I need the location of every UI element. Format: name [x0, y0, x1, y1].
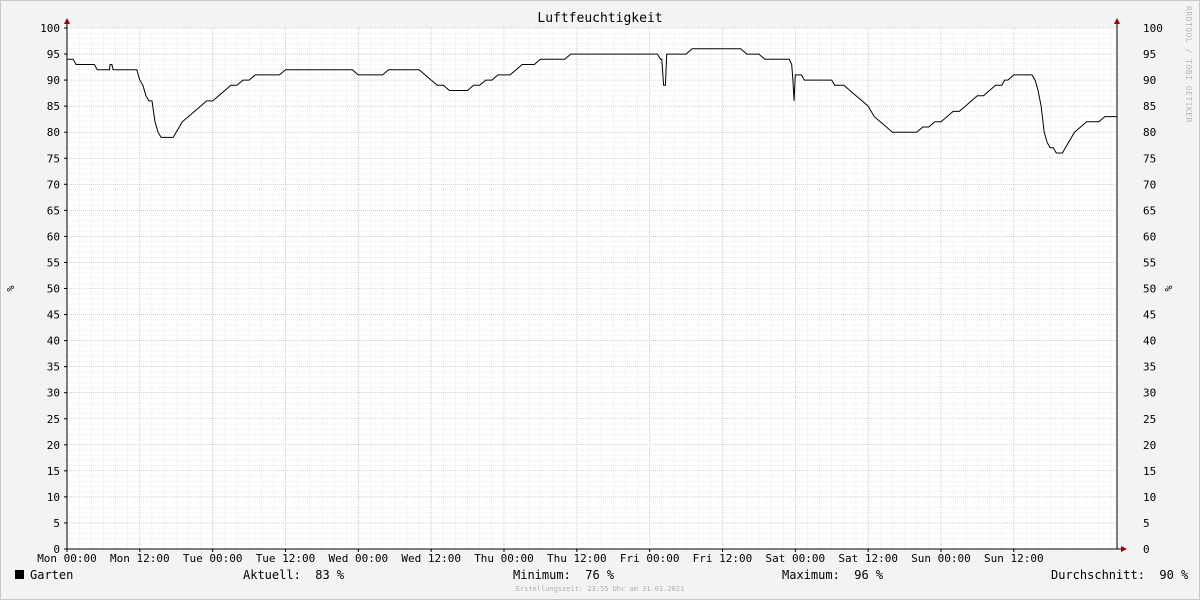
- y-tick-label-right: 65: [1143, 204, 1156, 217]
- legend-swatch: [15, 570, 24, 579]
- aktuell-label: Aktuell:: [243, 568, 301, 582]
- maximum-label: Maximum:: [782, 568, 840, 582]
- x-tick-label: Wed 00:00: [329, 552, 389, 565]
- x-tick-label: Sat 00:00: [766, 552, 826, 565]
- aktuell-value: 83 %: [315, 568, 345, 582]
- y-tick-label: 35: [47, 361, 60, 374]
- y-tick-label: 60: [47, 230, 60, 243]
- y-tick-label-right: 20: [1143, 439, 1156, 452]
- y-tick-label-right: 90: [1143, 74, 1156, 87]
- y-tick-label: 70: [47, 178, 60, 191]
- y-tick-label-right: 45: [1143, 309, 1156, 322]
- minimum-label: Minimum:: [513, 568, 571, 582]
- y-tick-label-right: 25: [1143, 413, 1156, 426]
- x-tick-label: Sun 00:00: [911, 552, 971, 565]
- x-tick-label: Tue 12:00: [256, 552, 316, 565]
- y-tick-label-right: 5: [1143, 517, 1150, 530]
- y-tick-label-right: 40: [1143, 335, 1156, 348]
- y-tick-label-right: 95: [1143, 48, 1156, 61]
- y-tick-label-right: 15: [1143, 465, 1156, 478]
- x-tick-label: Mon 00:00: [37, 552, 97, 565]
- y-tick-label-right: 55: [1143, 256, 1156, 269]
- watermark: RRDTOOL / TOBI OETIKER: [1184, 6, 1193, 123]
- y-tick-label: 50: [47, 283, 60, 296]
- y-tick-label: 85: [47, 100, 60, 113]
- y-tick-label: 5: [53, 517, 60, 530]
- y-tick-label-right: 80: [1143, 126, 1156, 139]
- x-tick-label: Wed 12:00: [401, 552, 461, 565]
- maximum-value: 96 %: [854, 568, 884, 582]
- legend-maximum: Maximum: 96 %: [782, 568, 883, 582]
- x-axis-arrow: [1121, 546, 1127, 552]
- legend-minimum: Minimum: 76 %: [513, 568, 614, 582]
- y-tick-label-right: 85: [1143, 100, 1156, 113]
- y-tick-label: 30: [47, 387, 60, 400]
- minimum-value: 76 %: [585, 568, 615, 582]
- x-tick-label: Thu 12:00: [547, 552, 607, 565]
- durchschnitt-value: 90 %: [1159, 568, 1189, 582]
- y-tick-label-right: 50: [1143, 283, 1156, 296]
- y-tick-label: 80: [47, 126, 60, 139]
- y-tick-label: 10: [47, 491, 60, 504]
- y-tick-label-right: 35: [1143, 361, 1156, 374]
- y-tick-label: 20: [47, 439, 60, 452]
- chart-canvas: 0 05 510 1015 1520 2025 2530 3035 3540 4045 4550 50…: [4, 18, 1173, 565]
- x-tick-label: Sat 12:00: [838, 552, 898, 565]
- y-tick-label: 90: [47, 74, 60, 87]
- y-tick-label-right: 30: [1143, 387, 1156, 400]
- y-axis-label: %: [4, 285, 15, 291]
- x-tick-label: Fri 12:00: [693, 552, 753, 565]
- legend-series-name: Garten: [30, 568, 74, 582]
- chart-title: Luftfeuchtigkeit: [537, 11, 663, 26]
- y-tick-label: 75: [47, 152, 60, 165]
- legend-aktuell: Aktuell: 83 %: [243, 568, 344, 582]
- y-tick-label-right: 70: [1143, 178, 1156, 191]
- y-tick-label: 45: [47, 309, 60, 322]
- x-tick-label: Mon 12:00: [110, 552, 170, 565]
- y-tick-label: 15: [47, 465, 60, 478]
- legend-durchschnitt: Durchschnitt: 90 %: [1051, 568, 1188, 582]
- y-tick-label-right: 60: [1143, 230, 1156, 243]
- y-tick-label: 65: [47, 204, 60, 217]
- x-tick-label: Thu 00:00: [474, 552, 534, 565]
- y-tick-label-right: 0: [1143, 543, 1150, 556]
- y-tick-label: 55: [47, 256, 60, 269]
- y-tick-label: 40: [47, 335, 60, 348]
- footer-timestamp: Erstellungszeit: 23:55 Uhr am 31.01.2021: [515, 585, 685, 593]
- x-tick-label: Tue 00:00: [183, 552, 243, 565]
- y-tick-label: 25: [47, 413, 60, 426]
- durchschnitt-label: Durchschnitt:: [1051, 568, 1145, 582]
- y-tick-label-right: 10: [1143, 491, 1156, 504]
- y-axis-label-right: %: [1162, 285, 1173, 291]
- y-tick-label-right: 75: [1143, 152, 1156, 165]
- x-tick-label: Fri 00:00: [620, 552, 680, 565]
- y-tick-label: 95: [47, 48, 60, 61]
- x-tick-label: Sun 12:00: [984, 552, 1044, 565]
